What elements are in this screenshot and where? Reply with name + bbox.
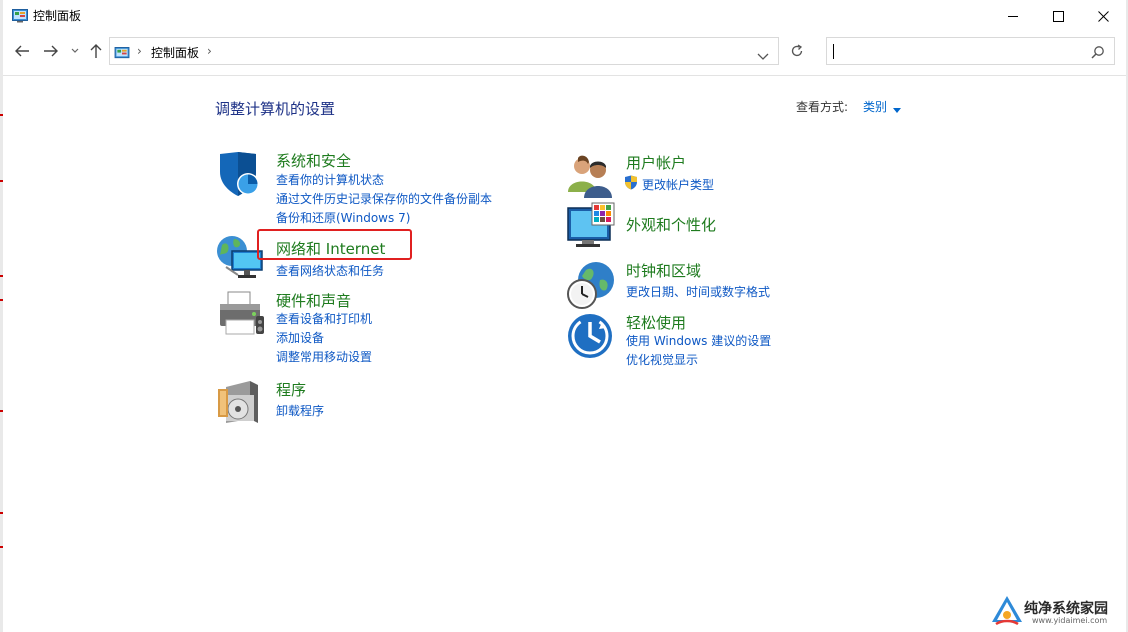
caret-down-icon[interactable] [893,102,901,116]
breadcrumb-control-panel[interactable]: 控制面板 [151,44,199,61]
link-change-date-time-format[interactable]: 更改日期、时间或数字格式 [626,283,770,300]
category-title-programs[interactable]: 程序 [276,379,306,400]
navigation-bar: › 控制面板 › [0,34,1128,68]
shield-icon[interactable] [216,150,266,200]
control-panel-window: 控制面板 › 控制面板 › 调整计算机的设置 查看方式: 类别 系统和安全 查看… [0,0,1128,632]
link-file-history-backup[interactable]: 通过文件历史记录保存你的文件备份副本 [276,190,492,207]
chevron-down-icon [71,48,79,53]
forward-button[interactable] [41,34,61,68]
view-by-control: 查看方式: 类别 [796,98,901,115]
close-button[interactable] [1080,0,1126,32]
arrow-right-icon [44,45,58,57]
clock-globe-icon[interactable] [566,260,616,310]
link-mobility-settings[interactable]: 调整常用移动设置 [276,348,372,365]
category-title-user-accounts[interactable]: 用户帐户 [626,152,686,173]
watermark-text: 纯净系统家园 [1024,601,1108,617]
page-title: 调整计算机的设置 [215,100,336,118]
back-button[interactable] [12,34,32,68]
uac-shield-icon [624,175,638,194]
minimize-button[interactable] [990,0,1036,32]
arrow-left-icon [15,45,29,57]
category-title-hardware-sound[interactable]: 硬件和声音 [276,290,351,311]
search-box[interactable] [826,37,1115,65]
category-title-ease-of-access[interactable]: 轻松使用 [626,312,686,333]
toolbar-divider [3,75,1126,76]
watermark-logo-icon [992,596,1022,626]
title-bar[interactable]: 控制面板 [0,0,1128,32]
maximize-icon [1052,10,1064,22]
close-icon [1097,10,1109,22]
up-button[interactable] [86,34,106,68]
address-bar[interactable]: › 控制面板 › [109,37,779,65]
refresh-icon [791,44,803,57]
minimize-icon [1008,16,1018,17]
view-by-dropdown[interactable]: 类别 [863,98,887,115]
category-title-clock-region[interactable]: 时钟和区域 [626,260,701,281]
programs-disc-icon[interactable] [216,379,266,429]
recent-locations-button[interactable] [68,34,82,68]
link-backup-restore[interactable]: 备份和还原(Windows 7) [276,209,410,226]
chevron-down-icon [757,53,769,60]
site-watermark: 纯净系统家园 www.yidaimei.com [990,594,1122,630]
breadcrumb-separator[interactable]: › [137,44,142,58]
link-network-status-tasks[interactable]: 查看网络状态和任务 [276,262,384,279]
watermark-url: www.yidaimei.com [1032,616,1108,625]
control-panel-location-icon [114,45,130,64]
link-optimize-visual-display[interactable]: 优化视觉显示 [626,351,698,368]
link-devices-printers[interactable]: 查看设备和打印机 [276,310,372,327]
monitor-palette-icon[interactable] [566,202,616,252]
ease-of-access-icon[interactable] [566,312,616,362]
link-uninstall-program[interactable]: 卸载程序 [276,402,324,419]
link-windows-recommended-settings[interactable]: 使用 Windows 建议的设置 [626,332,771,349]
search-icon[interactable] [1091,44,1105,63]
address-dropdown-button[interactable] [757,46,769,65]
maximize-button[interactable] [1035,0,1081,32]
printer-icon[interactable] [216,290,266,340]
refresh-button[interactable] [783,37,811,65]
link-add-device[interactable]: 添加设备 [276,329,324,346]
breadcrumb-separator-end[interactable]: › [207,44,212,58]
link-view-computer-status[interactable]: 查看你的计算机状态 [276,171,384,188]
text-caret [833,44,834,59]
category-title-system-security[interactable]: 系统和安全 [276,150,351,171]
red-highlight-box [257,229,412,260]
category-title-appearance[interactable]: 外观和个性化 [626,214,716,235]
control-panel-app-icon [12,8,28,27]
arrow-up-icon [90,44,102,58]
search-input[interactable] [832,41,1086,63]
window-title: 控制面板 [33,9,82,23]
link-change-account-type[interactable]: 更改帐户类型 [642,176,714,193]
window-left-edge [0,0,3,632]
users-icon[interactable] [566,152,616,202]
view-by-label: 查看方式: [796,100,849,114]
